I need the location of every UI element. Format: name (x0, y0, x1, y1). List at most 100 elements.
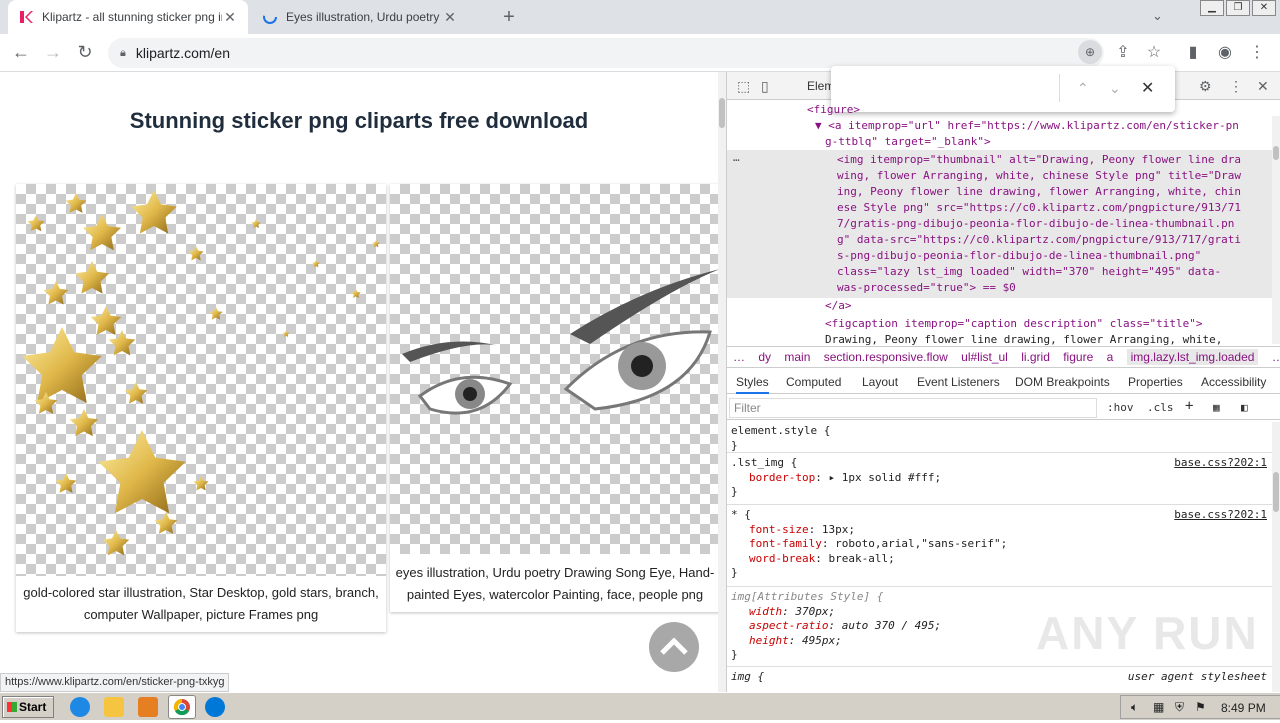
prop-name[interactable]: font-family (749, 537, 822, 550)
chrome-taskbar-button[interactable] (168, 695, 196, 719)
breadcrumb-item[interactable]: li.grid (1021, 350, 1050, 364)
close-devtools-icon[interactable]: ✕ (1257, 78, 1269, 95)
tab-eyes-illustration[interactable]: Eyes illustration, Urdu poetry Drawin ✕ (252, 0, 468, 34)
tab-computed[interactable]: Computed (786, 375, 841, 389)
prop-value[interactable]: : auto 370 / 495; (828, 619, 941, 632)
node-ellipsis[interactable]: … (733, 150, 740, 166)
style-rule[interactable]: * { base.css?202:1 font-size: 13px; font… (727, 504, 1273, 581)
forward-button[interactable]: → (42, 42, 64, 63)
explorer-folder-icon[interactable] (104, 697, 124, 717)
dom-line[interactable]: 7/gratis-png-dibujo-peonia-flor-dibujo-d… (837, 216, 1234, 232)
dom-line[interactable]: was-processed="true"> == $0 (837, 280, 1016, 296)
scrollbar-thumb[interactable] (719, 98, 725, 128)
breadcrumb-item[interactable]: main (784, 350, 810, 364)
inspect-element-icon[interactable]: ⬚ (737, 78, 750, 95)
scrollbar-thumb[interactable] (1273, 146, 1279, 160)
styles-scrollbar[interactable] (1272, 422, 1280, 692)
tab-accessibility[interactable]: Accessibility (1201, 375, 1266, 389)
styles-filter-input[interactable]: Filter (729, 398, 1097, 418)
prop-value[interactable]: : 495px; (789, 634, 842, 647)
dom-line[interactable]: g" data-src="https://c0.klipartz.com/png… (837, 232, 1241, 248)
breadcrumb-item[interactable]: dy (758, 350, 771, 364)
breadcrumb-item[interactable]: … (1272, 350, 1280, 364)
dom-line[interactable]: class="lazy lst_img loaded" width="370" … (837, 264, 1221, 280)
dom-line[interactable]: ing, Peony flower line drawing, flower A… (837, 184, 1241, 200)
volume-icon[interactable]: 🔈︎ (1131, 700, 1138, 715)
tab-dom-breakpoints[interactable]: DOM Breakpoints (1015, 375, 1110, 389)
clock[interactable]: 8:49 PM (1221, 701, 1266, 715)
close-window-button[interactable]: ✕ (1252, 0, 1276, 16)
card-caption[interactable]: gold-colored star illustration, Star Des… (20, 582, 382, 626)
scroll-to-top-button[interactable] (649, 622, 699, 672)
ie-icon[interactable] (70, 697, 90, 717)
dom-line[interactable]: </a> (825, 298, 852, 314)
devtools-menu-icon[interactable]: ⋮ (1229, 78, 1243, 95)
breadcrumb-item[interactable]: ul#list_ul (961, 350, 1008, 364)
side-panel-icon[interactable]: ▮ (1182, 42, 1204, 62)
style-rule[interactable]: .lst_img { base.css?202:1 border-top: ▸ … (727, 452, 1273, 500)
network-icon[interactable]: ▦ (1153, 700, 1164, 714)
prop-value[interactable]: : roboto,arial,"sans-serif"; (822, 537, 1007, 550)
style-rule[interactable]: element.style { } (731, 424, 1267, 453)
dom-tree[interactable]: <figure> ▼ <a itemprop="url" href="https… (727, 100, 1280, 346)
prop-name[interactable]: word-break (749, 552, 815, 565)
breadcrumb-item-current[interactable]: img.lazy.lst_img.loaded (1126, 349, 1259, 365)
prop-value[interactable]: : break-all; (815, 552, 894, 565)
thumbnail-image[interactable] (16, 184, 386, 576)
rule-source-link[interactable]: base.css?202:1 (1174, 508, 1267, 523)
tab-styles[interactable]: Styles (736, 375, 769, 394)
reload-button[interactable]: ↻ (74, 42, 96, 63)
hover-state-toggle[interactable]: :hov (1107, 401, 1134, 414)
search-page-icon[interactable]: ⊕ (1078, 40, 1102, 64)
prop-name[interactable]: border-top (749, 471, 815, 484)
rule-source-link[interactable]: base.css?202:1 (1174, 456, 1267, 471)
toggle-sidebar-icon[interactable]: ◧ (1241, 401, 1248, 414)
edge-icon[interactable] (205, 697, 225, 717)
card-caption[interactable]: eyes illustration, Urdu poetry Drawing S… (394, 562, 716, 606)
minimize-button[interactable]: ▁ (1200, 0, 1224, 16)
profile-avatar-icon[interactable]: ◉ (1214, 42, 1236, 62)
prop-value[interactable]: : 370px; (782, 605, 835, 618)
device-toolbar-icon[interactable]: ▯ (761, 78, 769, 95)
prop-name[interactable]: font-size (749, 523, 809, 536)
card-eyes[interactable]: eyes illustration, Urdu poetry Drawing S… (390, 184, 726, 612)
restore-button[interactable]: ❐ (1226, 0, 1250, 16)
dom-line[interactable]: ese Style png" src="https://c0.klipartz.… (837, 200, 1241, 216)
settings-gear-icon[interactable]: ⚙ (1199, 78, 1212, 95)
share-icon[interactable]: ⇪ (1112, 42, 1134, 62)
notification-icon[interactable]: ⚑ (1195, 700, 1206, 714)
find-next-icon[interactable]: ⌄ (1109, 80, 1121, 97)
tab-search-icon[interactable]: ⌄ (1152, 8, 1163, 24)
menu-kebab-icon[interactable]: ⋮ (1246, 42, 1268, 62)
dom-line[interactable]: g-ttblq" target="_blank"> (825, 134, 991, 150)
tab-klipartz[interactable]: Klipartz - all stunning sticker png ima … (8, 0, 248, 34)
security-shield-icon[interactable]: ⛨ (1175, 700, 1184, 715)
breadcrumb-item[interactable]: section.responsive.flow (824, 350, 948, 364)
start-button[interactable]: Start (2, 696, 54, 718)
new-rule-button[interactable]: + (1185, 398, 1193, 414)
computed-styles-icon[interactable]: ▦ (1213, 401, 1220, 414)
dom-line[interactable]: s-png-dibujo-peonia-flor-dibujo-de-linea… (837, 248, 1201, 264)
card-stars[interactable]: gold-colored star illustration, Star Des… (16, 184, 386, 632)
prop-name[interactable]: aspect-ratio (749, 619, 828, 632)
close-find-icon[interactable]: ✕ (1141, 78, 1154, 98)
page-scrollbar[interactable] (718, 72, 726, 692)
prop-name[interactable]: width (749, 605, 782, 618)
dom-scrollbar[interactable] (1272, 116, 1280, 344)
breadcrumb-item[interactable]: a (1107, 350, 1114, 364)
dom-line[interactable]: <figure> (807, 102, 860, 118)
style-rule[interactable]: img { user agent stylesheet (727, 666, 1273, 685)
breadcrumb-item[interactable]: figure (1063, 350, 1093, 364)
close-tab-icon[interactable]: ✕ (222, 9, 238, 26)
scrollbar-thumb[interactable] (1273, 472, 1279, 512)
tab-event-listeners[interactable]: Event Listeners (917, 375, 1000, 389)
prop-value[interactable]: : 13px; (809, 523, 855, 536)
dom-line[interactable]: <img itemprop="thumbnail" alt="Drawing, … (837, 152, 1241, 168)
address-bar[interactable]: 🔒︎ klipartz.com/en (108, 38, 1104, 68)
prop-name[interactable]: height (749, 634, 789, 647)
dom-line[interactable]: ▼ <a itemprop="url" href="https://www.kl… (815, 118, 1239, 134)
close-tab-icon[interactable]: ✕ (442, 9, 458, 26)
media-player-icon[interactable] (138, 697, 158, 717)
bookmark-star-icon[interactable]: ☆ (1143, 42, 1165, 62)
dom-line[interactable]: Drawing, Peony flower line drawing, flow… (825, 332, 1222, 346)
